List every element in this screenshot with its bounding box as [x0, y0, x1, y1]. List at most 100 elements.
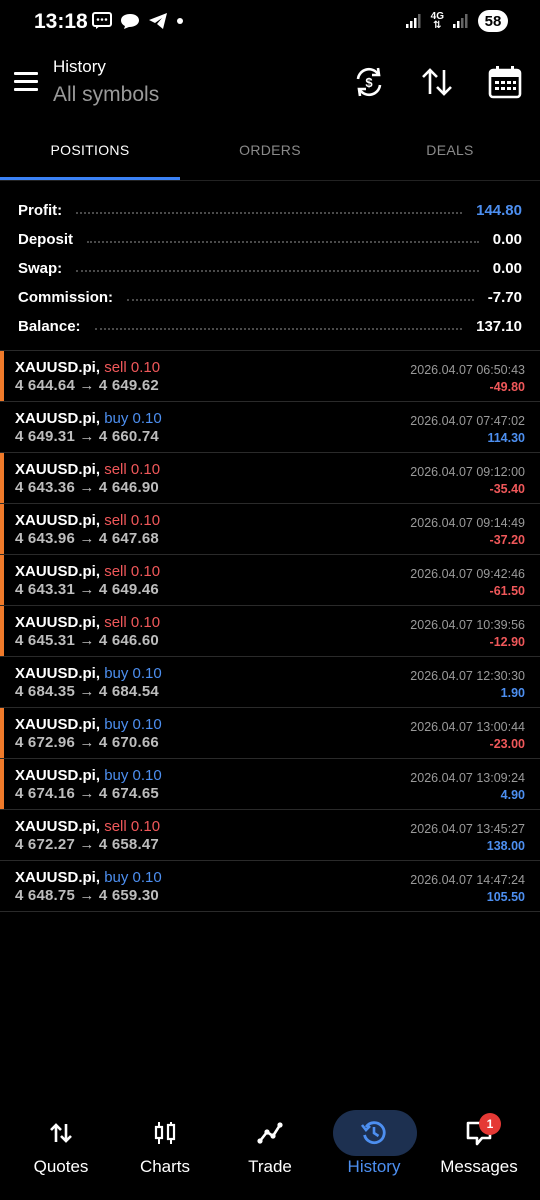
- app-bar: History All symbols $: [0, 50, 540, 122]
- position-row[interactable]: XAUUSD.pi, buy 0.10 4 684.35 → 4 684.54 …: [0, 656, 540, 707]
- tab-bar: POSITIONS ORDERS DEALS: [0, 128, 540, 180]
- sort-icon[interactable]: [419, 64, 455, 100]
- dot-icon: [177, 18, 183, 24]
- profit-value: 144.80: [476, 202, 522, 219]
- nav-trade-label: Trade: [248, 1157, 292, 1176]
- position-time: 2026.04.07 07:47:02: [410, 414, 525, 428]
- tab-deals[interactable]: DEALS: [360, 128, 540, 180]
- position-symbol: XAUUSD.pi, buy 0.10: [15, 767, 162, 784]
- position-side: sell 0.10: [104, 563, 161, 580]
- nav-quotes[interactable]: Quotes: [11, 1110, 111, 1190]
- summary-deposit: Deposit 0.00: [18, 225, 522, 254]
- position-symbol: XAUUSD.pi, buy 0.10: [15, 665, 162, 682]
- position-profit: -23.00: [489, 737, 525, 751]
- telegram-icon: [149, 13, 167, 29]
- nav-messages-label: Messages: [440, 1157, 518, 1176]
- position-prices: 4 643.96 → 4 647.68: [15, 530, 159, 547]
- position-time: 2026.04.07 09:42:46: [410, 567, 525, 581]
- message-notification-icon: [92, 12, 112, 29]
- position-row[interactable]: XAUUSD.pi, sell 0.10 4 644.64 → 4 649.62…: [0, 350, 540, 401]
- position-side: sell 0.10: [104, 818, 161, 835]
- position-row[interactable]: XAUUSD.pi, buy 0.10 4 674.16 → 4 674.65 …: [0, 758, 540, 809]
- position-symbol: XAUUSD.pi, buy 0.10: [15, 410, 162, 427]
- svg-text:$: $: [365, 75, 373, 90]
- summary-balance: Balance: 137.10: [18, 312, 522, 341]
- position-row[interactable]: XAUUSD.pi, buy 0.10 4 648.75 → 4 659.30 …: [0, 860, 540, 911]
- dotted-leader: [94, 327, 463, 330]
- position-time: 2026.04.07 09:12:00: [410, 465, 525, 479]
- page-title: History: [53, 57, 106, 76]
- position-profit: 105.50: [486, 890, 525, 904]
- symbol-filter[interactable]: All symbols: [53, 83, 159, 107]
- dotted-leader: [76, 269, 479, 272]
- position-profit: 114.30: [487, 431, 525, 445]
- position-row[interactable]: XAUUSD.pi, buy 0.10 4 672.96 → 4 670.66 …: [0, 707, 540, 758]
- position-side: buy 0.10: [104, 869, 162, 886]
- position-row[interactable]: XAUUSD.pi, sell 0.10 4 645.31 → 4 646.60…: [0, 605, 540, 656]
- nav-quotes-label: Quotes: [33, 1157, 89, 1176]
- position-row[interactable]: XAUUSD.pi, buy 0.10 4 649.31 → 4 660.74 …: [0, 401, 540, 452]
- position-prices: 4 684.35 → 4 684.54: [15, 683, 159, 700]
- position-profit: -49.80: [489, 380, 525, 394]
- position-prices: 4 645.31 → 4 646.60: [15, 632, 159, 649]
- position-row[interactable]: XAUUSD.pi, sell 0.10 4 672.27 → 4 658.47…: [0, 809, 540, 860]
- position-row[interactable]: XAUUSD.pi, sell 0.10 4 643.96 → 4 647.68…: [0, 503, 540, 554]
- menu-icon[interactable]: [14, 72, 38, 92]
- position-side: sell 0.10: [104, 512, 161, 529]
- deposit-label: Deposit: [18, 231, 74, 248]
- summary-panel: Profit: 144.80 Deposit 0.00 Swap: 0.00 C…: [18, 196, 522, 341]
- position-time: 2026.04.07 09:14:49: [410, 516, 525, 530]
- nav-charts-label: Charts: [139, 1157, 191, 1176]
- battery-level: 58: [478, 10, 508, 32]
- dotted-leader: [76, 211, 463, 214]
- position-time: 2026.04.07 12:30:30: [410, 669, 525, 683]
- profit-label: Profit:: [18, 202, 63, 219]
- position-prices: 4 643.31 → 4 649.46: [15, 581, 159, 598]
- position-time: 2026.04.07 10:39:56: [410, 618, 525, 632]
- swap-label: Swap:: [18, 260, 63, 277]
- position-prices: 4 672.96 → 4 670.66: [15, 734, 159, 751]
- position-row[interactable]: XAUUSD.pi, sell 0.10 4 643.36 → 4 646.90…: [0, 452, 540, 503]
- position-side: buy 0.10: [104, 716, 162, 733]
- position-side: buy 0.10: [104, 410, 162, 427]
- messages-badge: 1: [479, 1113, 501, 1135]
- position-symbol: XAUUSD.pi, sell 0.10: [15, 563, 161, 580]
- status-time: 13:18: [34, 10, 88, 33]
- position-prices: 4 649.31 → 4 660.74: [15, 428, 159, 445]
- position-side: sell 0.10: [104, 359, 161, 376]
- position-symbol: XAUUSD.pi, sell 0.10: [15, 614, 161, 631]
- deposit-value: 0.00: [492, 231, 522, 248]
- position-prices: 4 644.64 → 4 649.62: [15, 377, 159, 394]
- position-time: 2026.04.07 06:50:43: [410, 363, 525, 377]
- position-profit: 1.90: [500, 686, 525, 700]
- system-icons: 4G ⇅ 58: [405, 10, 508, 32]
- dotted-leader: [87, 240, 479, 243]
- calendar-icon[interactable]: [487, 64, 523, 100]
- position-time: 2026.04.07 14:47:24: [410, 873, 525, 887]
- balance-label: Balance:: [18, 318, 81, 335]
- nav-history[interactable]: History: [324, 1110, 424, 1190]
- position-profit: 138.00: [486, 839, 525, 853]
- nav-history-label: History: [347, 1157, 401, 1176]
- position-symbol: XAUUSD.pi, sell 0.10: [15, 461, 161, 478]
- summary-commission: Commission: -7.70: [18, 283, 522, 312]
- position-prices: 4 674.16 → 4 674.65: [15, 785, 159, 802]
- list-divider: [0, 911, 540, 912]
- position-side: buy 0.10: [104, 665, 162, 682]
- tab-divider: [0, 180, 540, 181]
- position-prices: 4 643.36 → 4 646.90: [15, 479, 159, 496]
- position-profit: -12.90: [489, 635, 525, 649]
- position-prices: 4 672.27 → 4 658.47: [15, 836, 159, 853]
- tab-orders[interactable]: ORDERS: [180, 128, 360, 180]
- status-bar: 13:18 4G ⇅ 58: [0, 0, 540, 44]
- nav-trade[interactable]: Trade: [220, 1110, 320, 1190]
- nav-charts[interactable]: Charts: [115, 1110, 215, 1190]
- position-row[interactable]: XAUUSD.pi, sell 0.10 4 643.31 → 4 649.46…: [0, 554, 540, 605]
- position-profit: -61.50: [489, 584, 525, 598]
- currency-exchange-icon[interactable]: $: [351, 64, 387, 100]
- signal-icon-2: [453, 14, 468, 28]
- summary-profit: Profit: 144.80: [18, 196, 522, 225]
- notification-icons: [92, 12, 184, 30]
- candlestick-chart-icon: [154, 1122, 176, 1144]
- tab-positions[interactable]: POSITIONS: [0, 128, 180, 180]
